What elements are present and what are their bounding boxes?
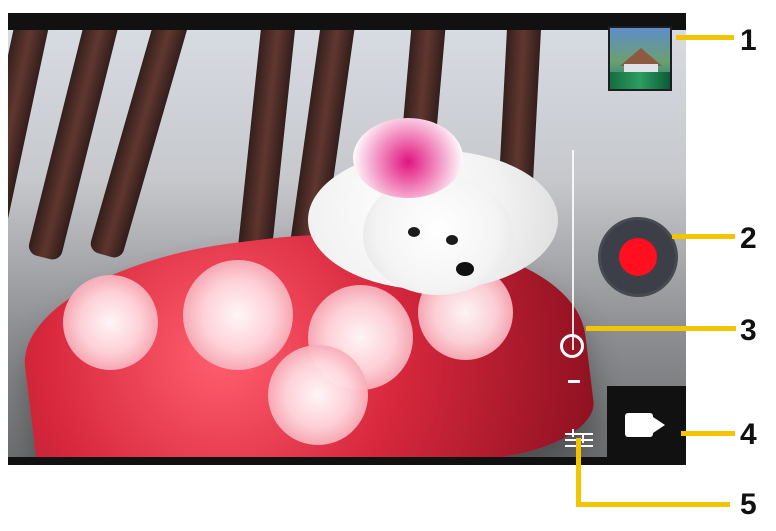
slider-knob: [572, 429, 574, 437]
slider-knob: [582, 435, 584, 443]
callout-line-1: [676, 35, 734, 40]
callout-number-5: 5: [740, 488, 757, 521]
camera-ui-page: 1 2 3 4 5: [0, 0, 776, 531]
callout-line-5-vertical: [576, 438, 581, 507]
camera-viewfinder: [8, 30, 686, 457]
dog-eye: [408, 227, 420, 237]
flower: [63, 275, 158, 370]
dog-eye: [446, 235, 458, 245]
thumbnail-trees: [610, 72, 670, 89]
callout-number-4: 4: [740, 418, 757, 451]
mode-button[interactable]: [607, 386, 686, 465]
callout-number-1: 1: [740, 24, 757, 57]
slider-line: [565, 433, 593, 435]
callout-line-3: [586, 326, 736, 331]
callout-number-2: 2: [740, 222, 757, 255]
callout-line-4: [681, 431, 735, 436]
chair-back: [236, 30, 297, 266]
minus-icon[interactable]: [568, 380, 580, 383]
dog-topknot: [353, 118, 463, 198]
record-button[interactable]: [598, 217, 678, 297]
flower: [268, 345, 368, 445]
zoom-handle-icon[interactable]: [560, 334, 584, 358]
record-icon: [619, 238, 657, 276]
video-camera-body: [625, 413, 653, 437]
image-thumbnail[interactable]: [608, 26, 672, 91]
flower: [183, 260, 293, 370]
zoom-track[interactable]: [572, 150, 574, 350]
callout-line-5-horizontal: [576, 502, 730, 507]
callout-number-3: 3: [740, 314, 757, 347]
camera-screen: [8, 13, 686, 465]
callout-line-2: [672, 234, 735, 239]
video-camera-icon: [625, 413, 665, 437]
dog-nose: [456, 262, 474, 276]
video-camera-lens: [653, 417, 665, 433]
